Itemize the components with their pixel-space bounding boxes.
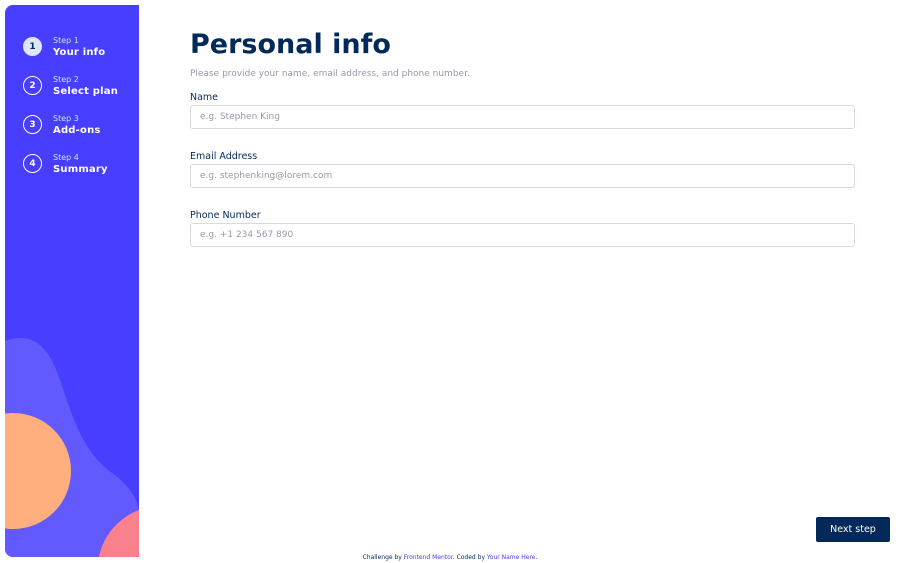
page-title: Personal info bbox=[190, 29, 391, 60]
step-list: 1 Step 1 Your info 2 Step 2 Select plan … bbox=[23, 27, 118, 183]
step-3-title: Add-ons bbox=[53, 124, 101, 136]
frontend-mentor-link[interactable]: Frontend Mentor bbox=[404, 554, 453, 561]
next-step-button[interactable]: Next step bbox=[816, 517, 890, 542]
step-3[interactable]: 3 Step 3 Add-ons bbox=[23, 105, 118, 144]
attribution-suffix: . bbox=[535, 554, 538, 561]
step-2-title: Select plan bbox=[53, 85, 119, 97]
attribution: Challenge by Frontend Mentor. Coded by Y… bbox=[0, 554, 900, 561]
step-4-label: Step 4 bbox=[53, 152, 79, 162]
attribution-middle: . Coded by bbox=[452, 554, 487, 561]
name-input[interactable] bbox=[190, 105, 855, 129]
author-link[interactable]: Your Name Here bbox=[487, 554, 536, 561]
step-4[interactable]: 4 Step 4 Summary bbox=[23, 144, 118, 183]
email-input[interactable] bbox=[190, 164, 855, 188]
step-1-title: Your info bbox=[53, 46, 106, 58]
step-4-number: 4 bbox=[23, 154, 42, 173]
step-1[interactable]: 1 Step 1 Your info bbox=[23, 27, 118, 66]
step-1-label: Step 1 bbox=[53, 35, 79, 45]
step-1-number: 1 bbox=[23, 37, 42, 56]
sidebar: 1 Step 1 Your info 2 Step 2 Select plan … bbox=[5, 5, 139, 557]
email-label: Email Address bbox=[190, 151, 258, 162]
phone-label: Phone Number bbox=[190, 210, 261, 221]
attribution-prefix: Challenge by bbox=[362, 554, 404, 561]
page-subtitle: Please provide your name, email address,… bbox=[190, 69, 470, 79]
name-label: Name bbox=[190, 92, 219, 103]
step-3-label: Step 3 bbox=[53, 113, 79, 123]
step-2-label: Step 2 bbox=[53, 74, 79, 84]
phone-input[interactable] bbox=[190, 223, 855, 247]
step-2-number: 2 bbox=[23, 76, 42, 95]
step-3-number: 3 bbox=[23, 115, 42, 134]
step-2[interactable]: 2 Step 2 Select plan bbox=[23, 66, 118, 105]
step-4-title: Summary bbox=[53, 163, 108, 175]
